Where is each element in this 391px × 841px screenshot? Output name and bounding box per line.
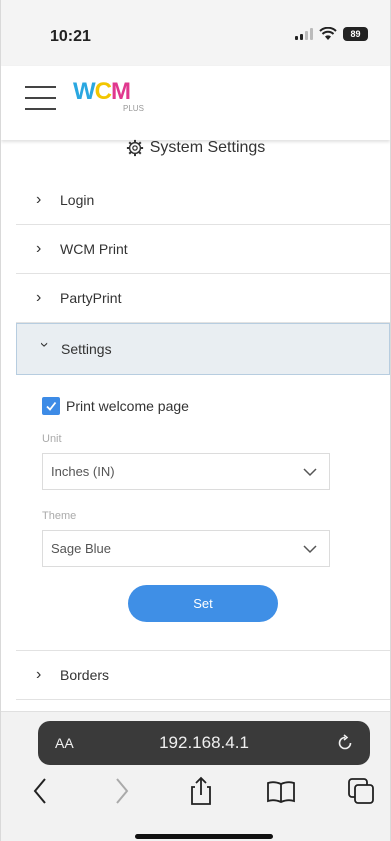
logo-letter-c: C <box>94 78 112 105</box>
forward-icon[interactable] <box>105 775 137 807</box>
menu-icon[interactable] <box>25 86 56 110</box>
settings-panel: Print welcome page Unit Inches (IN) Them… <box>16 375 390 651</box>
status-icons: 89 <box>295 27 368 41</box>
print-welcome-checkbox[interactable] <box>42 397 60 415</box>
settings-accordion: › Login › WCM Print › PartyPrint › Setti… <box>16 176 390 700</box>
unit-label: Unit <box>42 433 62 445</box>
gear-icon <box>126 139 143 157</box>
print-welcome-label: Print welcome page <box>66 398 189 414</box>
chevron-right-icon: › <box>36 289 42 306</box>
accordion-item-login[interactable]: › Login <box>16 176 390 225</box>
logo-letter-m: M <box>111 78 131 105</box>
set-button[interactable]: Set <box>128 585 278 622</box>
share-icon[interactable] <box>185 775 217 807</box>
theme-select[interactable]: Sage Blue <box>42 530 330 567</box>
chevron-down-icon <box>303 467 317 476</box>
app-header <box>1 66 390 140</box>
signal-icon <box>295 28 313 40</box>
home-indicator <box>135 834 273 839</box>
accordion-label: PartyPrint <box>60 290 122 306</box>
chevron-down-icon <box>303 544 317 553</box>
accordion-label: Settings <box>61 341 112 357</box>
accordion-label: WCM Print <box>60 241 128 257</box>
bookmarks-icon[interactable] <box>265 775 297 807</box>
page-title: System Settings <box>1 134 390 162</box>
accordion-item-partyprint[interactable]: › PartyPrint <box>16 274 390 323</box>
logo-letter-w: W <box>73 78 96 105</box>
chevron-right-icon: › <box>36 666 42 683</box>
accordion-item-borders[interactable]: › Borders <box>16 651 390 700</box>
theme-value: Sage Blue <box>51 541 111 556</box>
chevron-right-icon: › <box>36 191 42 208</box>
accordion-item-wcm-print[interactable]: › WCM Print <box>16 225 390 274</box>
chevron-right-icon: › <box>36 240 42 257</box>
unit-select[interactable]: Inches (IN) <box>42 453 330 490</box>
url-text[interactable]: 192.168.4.1 <box>38 733 370 753</box>
page-title-text: System Settings <box>149 139 266 156</box>
accordion-label: Borders <box>60 667 110 683</box>
reload-icon[interactable] <box>336 734 354 752</box>
accordion-label: Login <box>60 192 95 208</box>
tabs-icon[interactable] <box>345 775 377 807</box>
status-bar: 10:21 89 <box>1 0 390 66</box>
phone-screen: 10:21 89 WCM PLUS System Settings › Logi… <box>0 0 391 841</box>
print-welcome-row[interactable]: Print welcome page <box>42 397 189 415</box>
battery-icon: 89 <box>343 27 368 41</box>
browser-toolbar <box>1 775 390 815</box>
status-time: 10:21 <box>50 28 91 45</box>
chevron-down-icon: › <box>36 342 53 348</box>
unit-value: Inches (IN) <box>51 464 115 479</box>
back-icon[interactable] <box>25 775 57 807</box>
logo-plus: PLUS <box>123 104 144 113</box>
wcm-logo: WCM PLUS <box>73 80 153 120</box>
address-bar[interactable]: AA 192.168.4.1 <box>38 721 370 765</box>
theme-label: Theme <box>42 510 77 522</box>
wifi-icon <box>319 27 337 40</box>
checkmark-icon <box>46 401 57 411</box>
accordion-item-settings[interactable]: › Settings <box>16 323 390 375</box>
